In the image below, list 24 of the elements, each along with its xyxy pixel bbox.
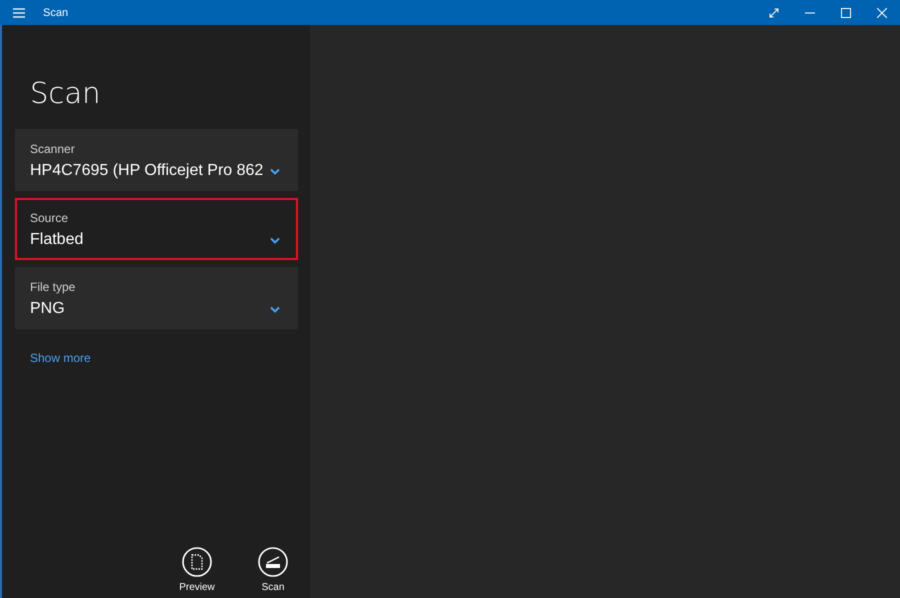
dropdown[interactable]: Source Flatbed: [15, 198, 298, 260]
dropdown-value: HP4C7695 (HP Officejet Pro 862: [30, 162, 264, 180]
chevron-down-icon: [270, 306, 280, 312]
close-icon: [877, 8, 887, 18]
page-heading: Scan: [30, 76, 102, 110]
dropdown[interactable]: Scanner HP4C7695 (HP Officejet Pro 862: [15, 129, 298, 191]
document-icon: [182, 547, 212, 577]
scanner-icon: [258, 547, 288, 577]
chevron-down-icon: [270, 236, 280, 244]
dropdown-value: PNG: [30, 300, 65, 318]
dropdown-label: File type: [30, 280, 76, 294]
menu-icon[interactable]: [12, 6, 26, 18]
window-title: Scan: [43, 6, 70, 18]
show-more-link[interactable]: Show more: [30, 351, 91, 365]
dropdown-label: Scanner: [30, 142, 76, 156]
dropdown[interactable]: File type PNG: [15, 267, 298, 329]
chevron-down-icon: [270, 168, 280, 174]
maximize-icon: [841, 8, 851, 18]
scan-button[interactable]: Scan: [248, 547, 298, 593]
dropdown-value: Flatbed: [30, 231, 84, 249]
minimize-icon: [805, 12, 815, 14]
preview-button[interactable]: Preview: [172, 547, 222, 593]
dropdown-label: Source: [30, 211, 70, 225]
diagonal-arrows-icon: [769, 8, 779, 18]
